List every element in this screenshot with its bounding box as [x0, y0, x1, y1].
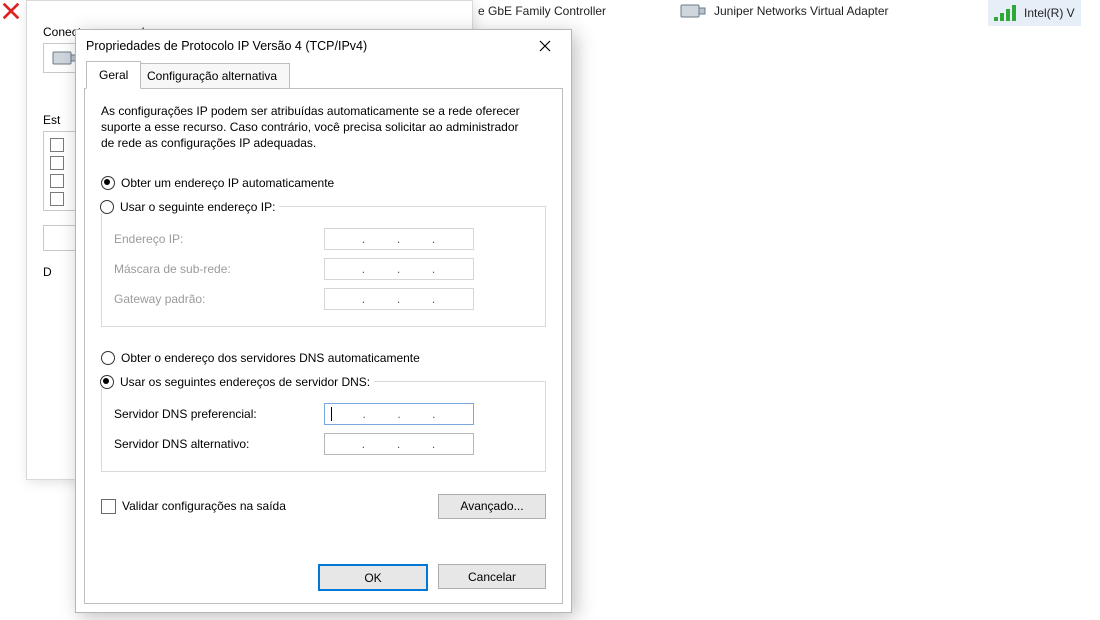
ip-manual-group: Usar o seguinte endereço IP: Endereço IP…	[101, 200, 546, 327]
radio-icon	[100, 200, 114, 214]
radio-ip-manual[interactable]: Usar o seguinte endereço IP:	[100, 200, 275, 214]
dialog-button-row: OK Cancelar	[318, 564, 546, 591]
adapter-item-gbe[interactable]: e GbE Family Controller	[478, 0, 606, 22]
radio-label: Obter o endereço dos servidores DNS auto…	[121, 351, 420, 365]
dns-alternate-input[interactable]: ...	[324, 433, 474, 455]
radio-icon	[101, 176, 115, 190]
radio-icon	[101, 351, 115, 365]
dns-manual-group: Usar os seguintes endereços de servidor …	[101, 375, 546, 472]
dialog-title: Propriedades de Protocolo IP Versão 4 (T…	[86, 39, 525, 53]
close-icon	[539, 40, 551, 52]
radio-label: Usar o seguinte endereço IP:	[120, 200, 275, 214]
field-subnet-mask: Máscara de sub-rede: ...	[114, 254, 533, 284]
field-ip-address: Endereço IP: ...	[114, 224, 533, 254]
validate-checkbox[interactable]	[101, 499, 116, 514]
radio-dns-auto[interactable]: Obter o endereço dos servidores DNS auto…	[101, 351, 546, 365]
validate-label: Validar configurações na saída	[122, 499, 286, 513]
adapter-label: Juniper Networks Virtual Adapter	[714, 4, 889, 18]
adapter-label: e GbE Family Controller	[478, 4, 606, 18]
ipv4-properties-dialog: Propriedades de Protocolo IP Versão 4 (T…	[75, 29, 572, 613]
field-gateway: Gateway padrão: ...	[114, 284, 533, 314]
ip-address-input: ...	[324, 228, 474, 250]
subnet-mask-input: ...	[324, 258, 474, 280]
cancel-button[interactable]: Cancelar	[438, 564, 546, 589]
radio-icon	[100, 375, 114, 389]
radio-label: Obter um endereço IP automaticamente	[121, 176, 334, 190]
tab-label: Configuração alternativa	[147, 69, 277, 83]
nic-icon	[680, 2, 706, 20]
tab-general[interactable]: Geral	[86, 61, 141, 89]
adapter-label: Intel(R) V	[1024, 6, 1075, 20]
tab-strip: Geral Configuração alternativa	[84, 62, 563, 89]
intro-text: As configurações IP podem ser atribuídas…	[101, 103, 531, 152]
radio-ip-auto[interactable]: Obter um endereço IP automaticamente	[101, 176, 546, 190]
dns-preferred-input[interactable]: ...	[324, 403, 474, 425]
field-label: Servidor DNS alternativo:	[114, 437, 314, 451]
close-button[interactable]	[525, 32, 565, 60]
adapter-item-intel[interactable]: Intel(R) V	[988, 0, 1081, 26]
field-dns-alternate: Servidor DNS alternativo: ...	[114, 429, 533, 459]
field-label: Máscara de sub-rede:	[114, 262, 314, 276]
dialog-titlebar[interactable]: Propriedades de Protocolo IP Versão 4 (T…	[76, 30, 571, 62]
field-label: Gateway padrão:	[114, 292, 314, 306]
tab-alt-config[interactable]: Configuração alternativa	[134, 63, 290, 89]
field-dns-preferred: Servidor DNS preferencial: ...	[114, 399, 533, 429]
advanced-button[interactable]: Avançado...	[438, 494, 546, 519]
gateway-input: ...	[324, 288, 474, 310]
adapter-item-juniper[interactable]: Juniper Networks Virtual Adapter	[680, 0, 889, 22]
radio-label: Usar os seguintes endereços de servidor …	[120, 375, 370, 389]
field-label: Endereço IP:	[114, 232, 314, 246]
field-label: Servidor DNS preferencial:	[114, 407, 314, 421]
tab-page-general: As configurações IP podem ser atribuídas…	[84, 89, 563, 604]
ok-button[interactable]: OK	[318, 564, 428, 591]
radio-dns-manual[interactable]: Usar os seguintes endereços de servidor …	[100, 375, 370, 389]
close-icon	[0, 0, 22, 22]
tab-label: Geral	[99, 68, 128, 82]
wifi-icon	[994, 5, 1016, 21]
